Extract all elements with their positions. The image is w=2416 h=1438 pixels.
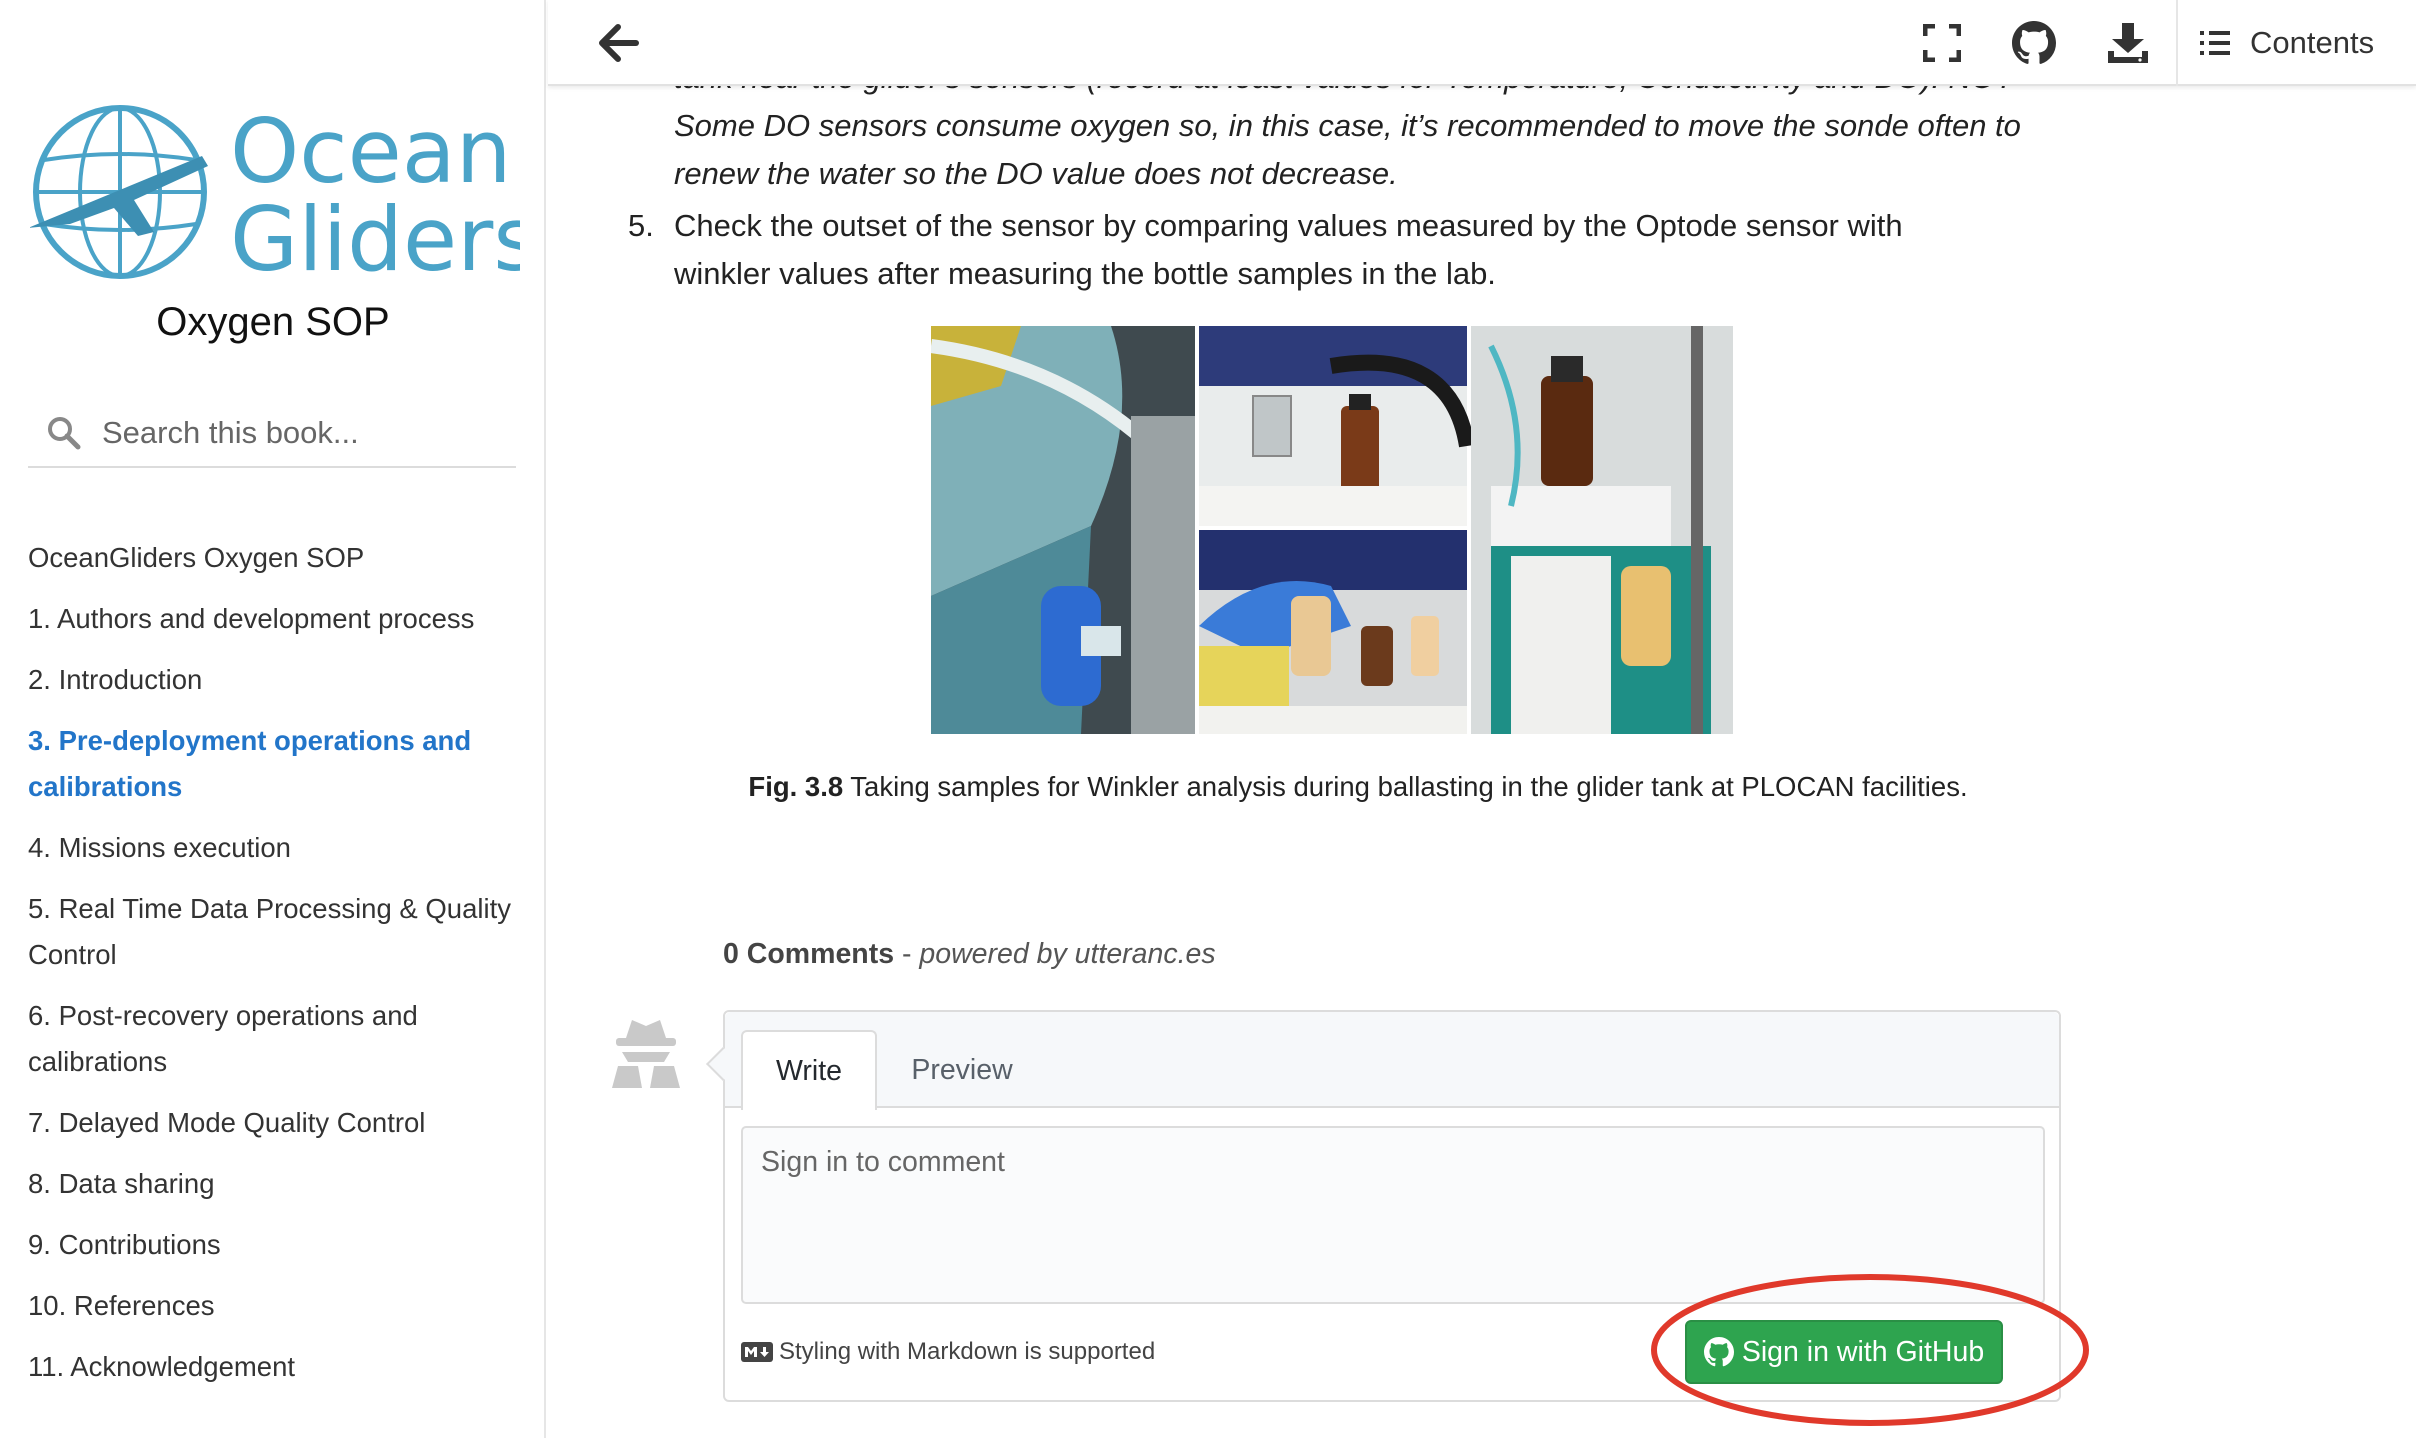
contents-button[interactable]: Contents [2200,13,2374,73]
figure-caption-text: Taking samples for Winkler analysis duri… [843,771,1968,802]
comment-box: Write Preview Styling with Markdown is s… [706,1010,2061,1402]
toc-item[interactable]: 7. Delayed Mode Quality Control [28,1100,528,1146]
list-number: 5. [628,208,654,243]
sidebar: Ocean Gliders Oxygen SOP OceanGliders Ox… [0,0,546,1438]
back-button[interactable] [588,13,648,73]
toc-item[interactable]: 9. Contributions [28,1222,528,1268]
markdown-icon [741,1342,773,1362]
search-bar[interactable] [28,400,516,468]
powered-by-link[interactable]: powered by utteranc.es [919,938,1215,970]
toc-item[interactable]: 11. Acknowledgement [28,1344,528,1390]
toc-item[interactable]: 8. Data sharing [28,1161,528,1207]
figure-photo-collage [930,326,1733,734]
fullscreen-button[interactable] [1912,13,1972,73]
search-icon [48,417,81,450]
figure-label: Fig. 3.8 [748,771,844,802]
list-icon [2200,31,2230,55]
top-toolbar: Contents [548,0,2416,86]
figure-caption: Fig. 3.8 Taking samples for Winkler anal… [708,762,2008,812]
photo-tank [930,326,1195,734]
ocean-gliders-logo[interactable]: Ocean Gliders [30,100,520,290]
search-input[interactable] [102,415,502,451]
fullscreen-icon [1923,24,1961,62]
toc-item-active[interactable]: 3. Pre-deployment operations and calibra… [28,718,528,810]
comments-header: 0 Comments - powered by utteranc.es [723,938,1216,971]
toc-item[interactable]: 2. Introduction [28,657,528,703]
comment-tabs-bar: Write Preview [725,1012,2059,1110]
github-icon [1703,1337,1734,1367]
photo-bench-top [1199,326,1475,526]
contents-label: Contents [2250,25,2375,60]
tab-write[interactable]: Write [741,1030,877,1110]
sign-in-with-github-button[interactable]: Sign in with GitHub [1685,1320,2003,1384]
anonymous-avatar-icon [612,1020,680,1088]
toc-item[interactable]: 4. Missions execution [28,825,528,871]
photo-bench-bottom [1199,530,1467,734]
toc-item[interactable]: 10. References [28,1283,528,1329]
markdown-note[interactable]: Styling with Markdown is supported [741,1338,1155,1366]
comments-separator: - [894,938,920,970]
photo-titrator [1471,326,1733,734]
download-icon [2108,23,2148,63]
note-line-2: renew the water so the DO value does not… [674,156,1398,191]
download-button[interactable] [2098,13,2158,73]
toc-item[interactable]: 6. Post-recovery operations and calibrat… [28,993,528,1085]
list-text: Check the outset of the sensor by compar… [674,208,1903,291]
github-button[interactable] [2004,13,2064,73]
globe-glider-icon [30,105,208,279]
book-title: Oxygen SOP [156,300,390,344]
table-of-contents: OceanGliders Oxygen SOP 1. Authors and d… [28,535,528,1405]
tab-preview[interactable]: Preview [887,1030,1037,1110]
comment-textarea[interactable] [741,1126,2045,1304]
sign-in-label: Sign in with GitHub [1741,1335,1985,1368]
arrow-left-icon [599,24,639,62]
markdown-note-text: Styling with Markdown is supported [779,1338,1156,1365]
comments-count: 0 Comments [723,938,895,970]
article: tank near the glider's sensors (record a… [548,0,2416,1438]
toc-item[interactable]: OceanGliders Oxygen SOP [28,535,528,581]
toc-item[interactable]: 5. Real Time Data Processing & Quality C… [28,886,528,978]
logo-word-gliders: Gliders [230,188,520,290]
toc-item[interactable]: 1. Authors and development process [28,596,528,642]
toolbar-divider [2176,0,2178,86]
note-line-1: Some DO sensors consume oxygen so, in th… [674,108,2021,143]
github-icon [2012,21,2056,64]
